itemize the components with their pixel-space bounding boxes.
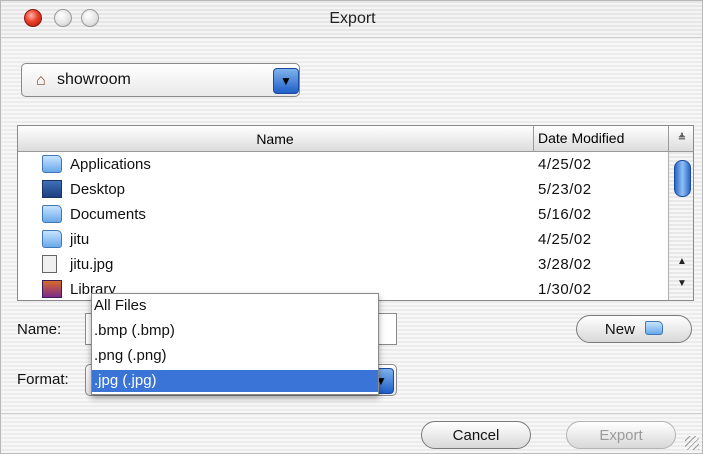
folder-icon [42,155,62,173]
file-name: jitu.jpg [70,256,114,273]
menu-item-all-files[interactable]: All Files [92,295,378,317]
export-button[interactable]: Export [566,421,676,449]
scroll-thumb[interactable] [674,160,691,197]
vertical-scrollbar[interactable]: ▲ ▼ [668,152,693,300]
file-date: 4/25/02 [538,156,592,173]
list-item[interactable]: Desktop 5/23/02 [18,177,668,202]
file-name: jitu [70,231,90,248]
location-label: showroom [57,71,131,88]
file-name: Desktop [70,181,126,198]
new-button-label: New [604,321,635,338]
cancel-button[interactable]: Cancel [421,421,531,449]
folder-icon [42,205,62,223]
format-label: Format: [17,371,69,388]
location-popup[interactable]: ⌂ showroom ▼ [21,63,300,97]
file-date: 3/28/02 [538,256,592,273]
file-browser: Name Date Modified ≜ Applications 4/25/0… [17,125,694,301]
menu-item-jpg[interactable]: .jpg (.jpg) [92,370,378,392]
new-folder-button[interactable]: New [576,315,692,343]
folder-icon [645,321,664,335]
sort-order-icon[interactable]: ≜ [668,126,693,151]
window-title: Export [329,10,376,27]
list-item[interactable]: jitu 4/25/02 [18,227,668,252]
file-name: Documents [70,206,146,223]
home-icon: ⌂ [36,72,46,89]
format-dropdown-menu: All Files .bmp (.bmp) .png (.png) .jpg (… [91,293,379,395]
title-bar[interactable]: Export [1,1,702,38]
folder-icon [42,230,62,248]
list-item[interactable]: Applications 4/25/02 [18,152,668,177]
divider [1,413,702,414]
image-file-icon [42,255,57,273]
scroll-down-icon[interactable]: ▼ [669,274,693,294]
file-date: 5/23/02 [538,181,592,198]
library-icon [42,280,62,298]
desktop-icon [42,180,62,198]
file-date: 5/16/02 [538,206,592,223]
export-dialog: Export ⌂ showroom ▼ Name Date Modified ≜… [0,0,703,454]
list-item[interactable]: jitu.jpg 3/28/02 [18,252,668,277]
chevron-down-icon[interactable]: ▼ [273,68,299,94]
column-name[interactable]: Name [18,131,532,147]
menu-item-bmp[interactable]: .bmp (.bmp) [92,320,378,342]
scroll-up-icon[interactable]: ▲ [669,252,693,272]
file-date: 4/25/02 [538,231,592,248]
file-name: Applications [70,156,151,173]
name-label: Name: [17,321,62,338]
file-list: Applications 4/25/02 Desktop 5/23/02 Doc… [18,152,668,300]
column-date-modified[interactable]: Date Modified [533,126,672,151]
resize-handle[interactable] [685,436,699,450]
list-item[interactable]: Documents 5/16/02 [18,202,668,227]
menu-item-png[interactable]: .png (.png) [92,345,378,367]
column-header: Name Date Modified ≜ [18,126,693,152]
file-date: 1/30/02 [538,281,592,298]
